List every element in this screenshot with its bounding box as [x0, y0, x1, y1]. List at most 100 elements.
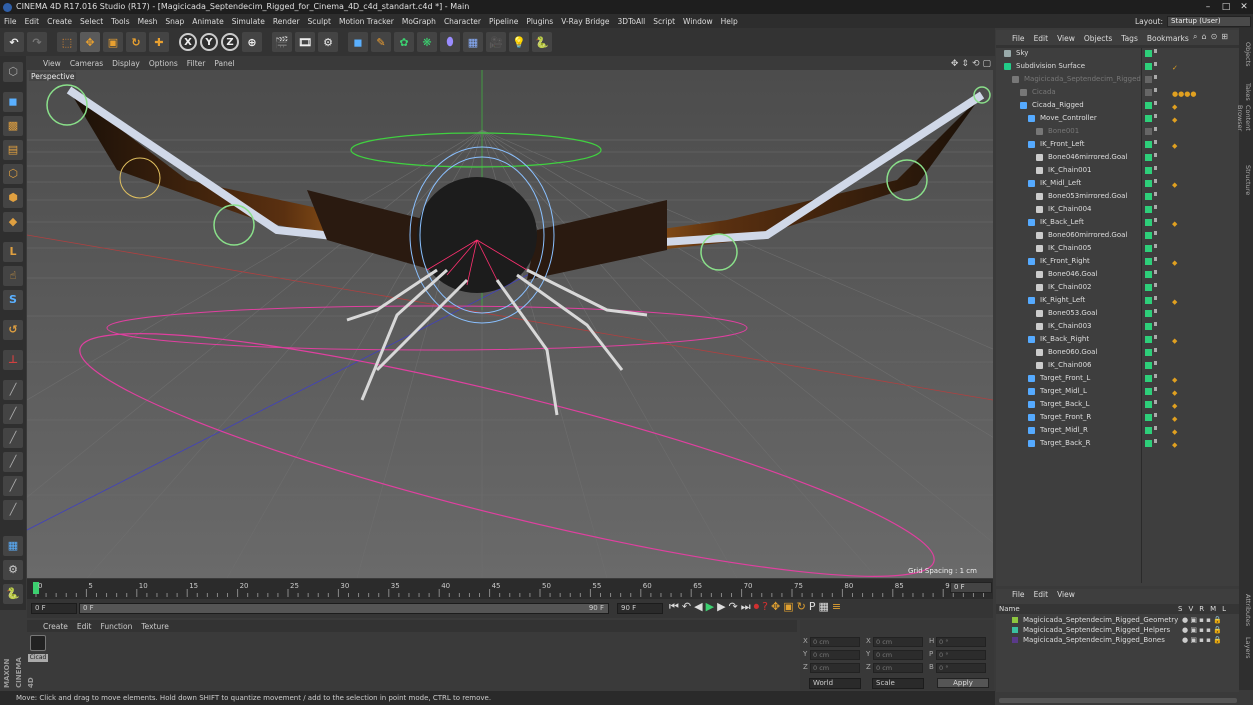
menu-file[interactable]: File [4, 17, 17, 26]
layer-color-icon[interactable] [1145, 323, 1152, 330]
move-tool-icon[interactable]: ✥ [80, 32, 100, 52]
object-row[interactable]: IK_Chain001 [998, 164, 1238, 177]
object-tag-icon[interactable]: ◆ [1172, 439, 1177, 452]
layer-color-icon[interactable] [1145, 349, 1152, 356]
play-icon[interactable]: ▶ [706, 600, 714, 614]
coord-pos-field[interactable]: 0 cm [810, 650, 860, 660]
coord-pos-field[interactable]: 0 cm [810, 663, 860, 673]
object-row[interactable]: Bone060.Goal [998, 346, 1238, 359]
add-tool-icon[interactable]: ✚ [149, 32, 169, 52]
camera-icon[interactable]: 🎥 [486, 32, 506, 52]
maximize-button[interactable]: □ [1217, 0, 1235, 14]
model-mode-icon[interactable]: ◼ [3, 92, 23, 112]
layer-color-icon[interactable] [1145, 401, 1152, 408]
layer-color-icon[interactable] [1145, 180, 1152, 187]
menu-edit[interactable]: Edit [25, 17, 40, 26]
brush-icon-3[interactable]: ╱ [3, 428, 23, 448]
menu-window[interactable]: Window [683, 17, 713, 26]
snap-icon[interactable]: S [3, 290, 23, 310]
coord-mode-dropdown[interactable]: World [809, 678, 861, 689]
bookmark-icon[interactable]: ⊙ [1211, 32, 1218, 42]
material-menu-function[interactable]: Function [100, 622, 132, 631]
menu-pipeline[interactable]: Pipeline [489, 17, 518, 26]
close-button[interactable]: ✕ [1235, 0, 1253, 14]
coord-rot-field[interactable]: 0 ° [936, 650, 986, 660]
tweak-mode-icon[interactable]: ☝ [3, 266, 23, 286]
keyframe-rotate-icon[interactable]: ↻ [797, 600, 806, 614]
visibility-dots-icon[interactable] [1154, 322, 1157, 326]
object-row[interactable]: Bone001 [998, 125, 1238, 138]
object-menu-file[interactable]: File [1012, 34, 1025, 43]
visibility-dots-icon[interactable] [1154, 192, 1157, 196]
visibility-dots-icon[interactable] [1154, 374, 1157, 378]
object-row[interactable]: IK_Chain003 [998, 320, 1238, 333]
layer-color-swatch[interactable] [1012, 627, 1018, 633]
visibility-dots-icon[interactable] [1154, 400, 1157, 404]
layer-color-icon[interactable] [1145, 375, 1152, 382]
visibility-dots-icon[interactable] [1154, 361, 1157, 365]
layer-color-icon[interactable] [1145, 232, 1152, 239]
menu-tools[interactable]: Tools [111, 17, 129, 26]
next-frame-icon[interactable]: ▶ [717, 600, 725, 614]
cube-primitive-icon[interactable]: ◼ [348, 32, 368, 52]
layer-color-icon[interactable] [1145, 206, 1152, 213]
param-key-icon[interactable]: P [809, 600, 816, 614]
camera-label[interactable]: Perspective [29, 72, 77, 81]
prev-key-icon[interactable]: ↶ [682, 600, 691, 614]
visibility-dots-icon[interactable] [1154, 270, 1157, 274]
object-row[interactable]: IK_Chain004 [998, 203, 1238, 216]
minimize-button[interactable]: – [1199, 0, 1217, 14]
layer-color-swatch[interactable] [1012, 637, 1018, 643]
object-row[interactable]: IK_Back_Left ◆ [998, 216, 1238, 229]
light-icon[interactable]: 💡 [509, 32, 529, 52]
record-icon[interactable]: ⏺ [754, 600, 760, 614]
subdivision-icon[interactable]: ✿ [394, 32, 414, 52]
object-row[interactable]: Bone053mirrored.Goal [998, 190, 1238, 203]
object-row[interactable]: IK_Front_Right ◆ [998, 255, 1238, 268]
rotate-tool-icon[interactable]: ↻ [126, 32, 146, 52]
coord-size-field[interactable]: 0 cm [873, 650, 923, 660]
undo-icon[interactable]: ↶ [4, 32, 24, 52]
edges-mode-icon[interactable]: ⬢ [3, 188, 23, 208]
menu-mesh[interactable]: Mesh [138, 17, 158, 26]
visibility-dots-icon[interactable] [1154, 218, 1157, 222]
material-menu-create[interactable]: Create [43, 622, 68, 631]
orbit-icon[interactable]: ⟲ [972, 59, 980, 69]
layer-menu-view[interactable]: View [1057, 590, 1075, 599]
visibility-dots-icon[interactable] [1154, 231, 1157, 235]
visibility-dots-icon[interactable] [1154, 439, 1157, 443]
coord-rot-field[interactable]: 0 ° [936, 663, 986, 673]
visibility-dots-icon[interactable] [1154, 166, 1157, 170]
menu-simulate[interactable]: Simulate [232, 17, 265, 26]
zoom-icon[interactable]: ⇕ [961, 59, 969, 69]
brush-icon-2[interactable]: ╱ [3, 404, 23, 424]
spline-pen-icon[interactable]: ✎ [371, 32, 391, 52]
object-menu-tags[interactable]: Tags [1121, 34, 1138, 43]
right-tab-structure[interactable]: Structure [1240, 160, 1252, 200]
layer-color-icon[interactable] [1145, 167, 1152, 174]
right-tab-layers[interactable]: Layers [1240, 628, 1252, 668]
layer-row[interactable]: Magicicada_Septendecim_Rigged_Geometry ● … [1000, 616, 1237, 625]
layer-row[interactable]: Magicicada_Septendecim_Rigged_Bones ● ▣ ▪… [1000, 636, 1237, 645]
layer-toggle-icons[interactable]: ● ▣ ▪ ▪ 🔒 [1182, 636, 1222, 645]
maximize-view-icon[interactable]: ▢ [982, 59, 991, 69]
axis-mode-icon[interactable]: L [3, 242, 23, 262]
right-tab-attributes[interactable]: Attributes [1240, 590, 1252, 630]
menu-mograph[interactable]: MoGraph [402, 17, 436, 26]
pan-icon[interactable]: ✥ [951, 59, 959, 69]
layer-color-icon[interactable] [1145, 141, 1152, 148]
visibility-dots-icon[interactable] [1154, 257, 1157, 261]
points-mode-icon[interactable]: ⬡ [3, 164, 23, 184]
material-menu-edit[interactable]: Edit [77, 622, 92, 631]
render-view-icon[interactable]: 🎬 [272, 32, 292, 52]
menu-script[interactable]: Script [653, 17, 675, 26]
visibility-dots-icon[interactable] [1154, 49, 1157, 53]
object-row[interactable]: Target_Midl_R ◆ [998, 424, 1238, 437]
object-row[interactable]: Move_Controller ◆ [998, 112, 1238, 125]
visibility-dots-icon[interactable] [1154, 101, 1157, 105]
menu-character[interactable]: Character [444, 17, 481, 26]
object-row[interactable]: Magicicada_Septendecim_Rigged [998, 73, 1238, 86]
layout-dropdown[interactable]: Startup (User) [1167, 15, 1251, 27]
object-menu-edit[interactable]: Edit [1034, 34, 1049, 43]
menu-plugins[interactable]: Plugins [526, 17, 553, 26]
